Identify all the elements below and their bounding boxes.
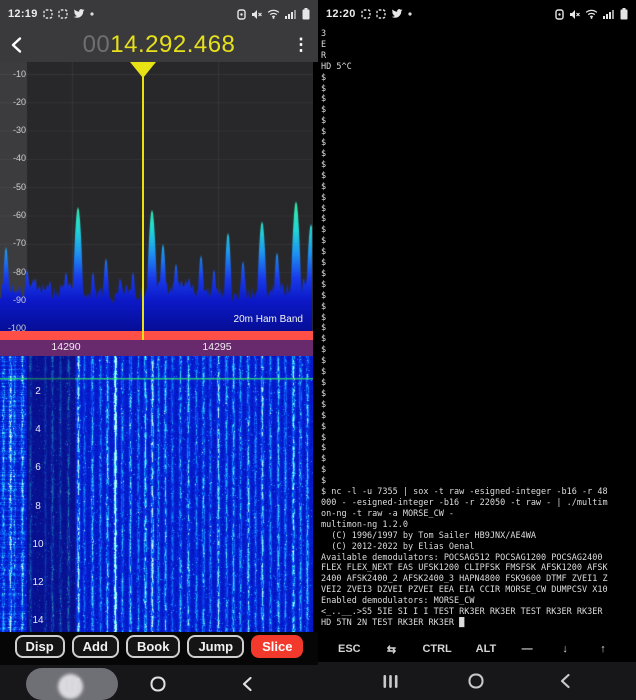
tab-key[interactable]: ⇆ [385, 643, 399, 656]
terminal-text: 3 E R HD 5^C $ $ $ $ $ $ $ $ $ $ $ $ $ $… [321, 29, 608, 628]
spectrum-view[interactable]: -10 -20 -30 -40 -50 -60 -70 -80 -90 -100 20m Ham … [0, 62, 313, 334]
clock: 12:19 [8, 8, 38, 20]
disp-button[interactable]: Disp [14, 635, 65, 658]
home-button[interactable] [468, 673, 484, 689]
wifi-icon [267, 9, 280, 19]
spectrum-canvas[interactable] [0, 62, 313, 331]
waterfall-tick-label: 8 [35, 500, 41, 512]
terminal-app-screen: 12:20 3 E R HD 5^C $ $ $ $ $ $ $ $ $ $ $… [318, 0, 636, 700]
db-tick-label: -60 [12, 210, 26, 220]
waterfall-tick-label: 2 [35, 386, 41, 397]
sdr-display: -10 -20 -30 -40 -50 -60 -70 -80 -90 -100 20m Ham … [0, 62, 313, 632]
dual-screenshot: 12:19 0014.292.468 ⋮ -10 -20 -30 -40 -50… [0, 0, 636, 700]
dot-icon [90, 12, 94, 16]
alt-key[interactable]: ALT [476, 643, 497, 655]
signal-icon [603, 9, 615, 19]
sdr-header: 0014.292.468 ⋮ [0, 28, 318, 62]
twitter-icon [391, 9, 403, 19]
screenshot-icon [375, 9, 386, 19]
terminal-output[interactable]: 3 E R HD 5^C $ $ $ $ $ $ $ $ $ $ $ $ $ $… [318, 28, 636, 636]
frequency-prefix: 00 [82, 31, 111, 58]
db-tick-label: -10 [12, 68, 26, 79]
frequency-tick-label: 14295 [202, 341, 232, 353]
waterfall-tick-label: 12 [32, 577, 44, 588]
db-tick-label: -40 [12, 153, 26, 164]
sdr-toolbar: Disp Add Book Jump Slice [0, 632, 318, 665]
wifi-icon [585, 9, 598, 19]
band-label: 20m Ham Band [233, 314, 303, 325]
mute-icon [251, 9, 262, 20]
add-button[interactable]: Add [71, 635, 119, 658]
arrow-down-key[interactable]: ↓ [558, 643, 572, 655]
statusbar-right: 12:20 [318, 0, 636, 28]
esc-key[interactable]: ESC [338, 643, 361, 655]
back-nav-button[interactable] [557, 673, 573, 689]
extra-keys-row: ESC ⇆ CTRL ALT — ↓ ↑ [318, 636, 636, 662]
waterfall-tick-label: 4 [35, 424, 41, 436]
ctrl-key[interactable]: CTRL [422, 643, 451, 655]
dash-key[interactable]: — [520, 643, 534, 655]
back-nav-button[interactable] [239, 676, 255, 692]
recents-button[interactable] [64, 676, 80, 692]
screenshot-icon [57, 9, 68, 19]
sdr-app-screen: 12:19 0014.292.468 ⋮ -10 -20 -30 -40 -50… [0, 0, 318, 700]
db-tick-label: -20 [12, 96, 26, 107]
db-tick-label: -70 [12, 238, 26, 249]
battery-icon [302, 8, 310, 20]
slice-button[interactable]: Slice [251, 635, 304, 658]
db-tick-label: -80 [12, 266, 26, 277]
home-button[interactable] [150, 676, 166, 692]
db-tick-label: -90 [12, 294, 26, 305]
sim-lock-icon [237, 8, 246, 20]
waterfall-tick-label: 14 [32, 615, 44, 627]
frequency-scale-bar[interactable]: 14290 14295 [0, 340, 313, 356]
screenshot-icon [42, 9, 53, 19]
mute-icon [569, 9, 580, 20]
android-navbar-right [318, 662, 636, 700]
waterfall-view[interactable]: 2 4 6 8 10 12 14 [0, 356, 313, 632]
waterfall-tick-label: 6 [35, 462, 41, 474]
db-tick-label: -30 [12, 125, 26, 136]
tuning-marker-line[interactable] [142, 76, 144, 340]
sim-lock-icon [555, 8, 564, 20]
arrow-up-key[interactable]: ↑ [596, 643, 610, 655]
android-navbar-left [0, 665, 318, 700]
db-tick-label: -100 [7, 323, 26, 334]
frequency-value: 14.292.468 [110, 31, 236, 58]
clock: 12:20 [326, 8, 356, 20]
screenshot-icon [360, 9, 371, 19]
db-tick-label: -50 [12, 181, 26, 192]
book-button[interactable]: Book [125, 635, 181, 658]
frequency-display[interactable]: 0014.292.468 [0, 31, 318, 59]
band-strip [0, 331, 313, 340]
twitter-icon [73, 9, 85, 19]
jump-button[interactable]: Jump [187, 635, 245, 658]
recents-button[interactable] [382, 673, 398, 689]
signal-icon [285, 9, 297, 19]
statusbar-left: 12:19 [0, 0, 318, 28]
frequency-tick-label: 14290 [51, 341, 81, 353]
waterfall-scale-band: 2 4 6 8 10 12 14 [27, 356, 75, 632]
waterfall-tick-label: 10 [32, 538, 44, 550]
dot-icon [408, 12, 412, 16]
battery-icon [620, 8, 628, 20]
